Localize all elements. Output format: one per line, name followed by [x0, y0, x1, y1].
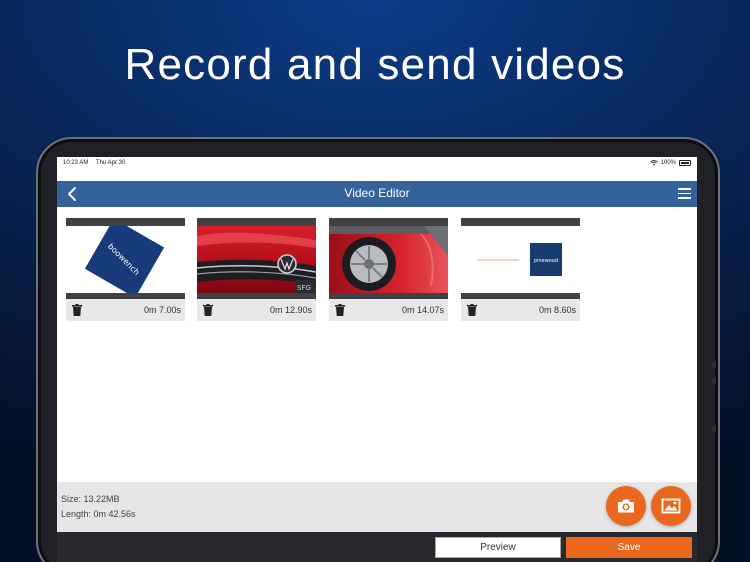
clip-card[interactable]: 0m 14.07s	[329, 218, 448, 321]
trash-icon[interactable]	[72, 304, 82, 316]
clip-duration: 0m 14.07s	[401, 305, 444, 315]
red-car-wheel-image	[329, 226, 448, 293]
side-button	[712, 361, 716, 369]
battery-icon	[679, 160, 691, 166]
clip-duration: 0m 7.00s	[143, 305, 181, 315]
pinewood-logo: pinewood	[461, 226, 580, 293]
camera-icon	[618, 499, 634, 513]
svg-text:SFG: SFG	[297, 284, 311, 292]
preview-button[interactable]: Preview	[435, 537, 561, 558]
wifi-icon	[649, 160, 658, 166]
trash-icon[interactable]	[467, 304, 477, 316]
summary-panel: Size: 13.22MB Length: 0m 42.56s	[57, 482, 697, 532]
side-button	[712, 377, 716, 385]
clip-duration: 0m 8.60s	[538, 305, 576, 315]
red-car-grille-image: SFG	[197, 226, 316, 293]
clip-card[interactable]: SFG 0m 12.90s	[197, 218, 316, 321]
clip-thumbnail[interactable]	[329, 226, 448, 293]
total-length: Length: 0m 42.56s	[61, 509, 136, 519]
gallery-image-icon	[661, 498, 681, 514]
trash-icon[interactable]	[335, 304, 345, 316]
boowench-logo: boowench	[66, 226, 185, 293]
save-button[interactable]: Save	[566, 537, 692, 558]
headline: Record and send videos	[124, 40, 626, 89]
total-size: Size: 13.22MB	[61, 494, 120, 504]
nav-title: Video Editor	[344, 186, 410, 200]
battery-percent: 100%	[660, 160, 676, 166]
svg-text:pinewood: pinewood	[534, 258, 558, 264]
clip-card[interactable]: boowench 0m 7.00s	[66, 218, 185, 321]
hamburger-menu-icon[interactable]	[678, 188, 691, 199]
status-time: 10:23 AM	[63, 160, 89, 166]
status-bar: 10:23 AM Thu Apr 30 100%	[57, 157, 697, 181]
record-video-button[interactable]	[606, 486, 646, 526]
clip-duration: 0m 12.90s	[269, 305, 312, 315]
action-bar: Preview Save	[57, 532, 697, 562]
trash-icon[interactable]	[203, 304, 213, 316]
side-button	[712, 425, 716, 433]
clip-thumbnail[interactable]: SFG	[197, 226, 316, 293]
import-gallery-button[interactable]	[651, 486, 691, 526]
app-screen: 10:23 AM Thu Apr 30 100% Video Editor bo…	[57, 157, 697, 562]
clip-thumbnail[interactable]: pinewood	[461, 226, 580, 293]
status-date: Thu Apr 30	[95, 160, 126, 166]
clip-thumbnail[interactable]: boowench	[66, 226, 185, 293]
nav-bar: Video Editor	[57, 181, 697, 207]
clip-card[interactable]: pinewood 0m 8.60s	[461, 218, 580, 321]
